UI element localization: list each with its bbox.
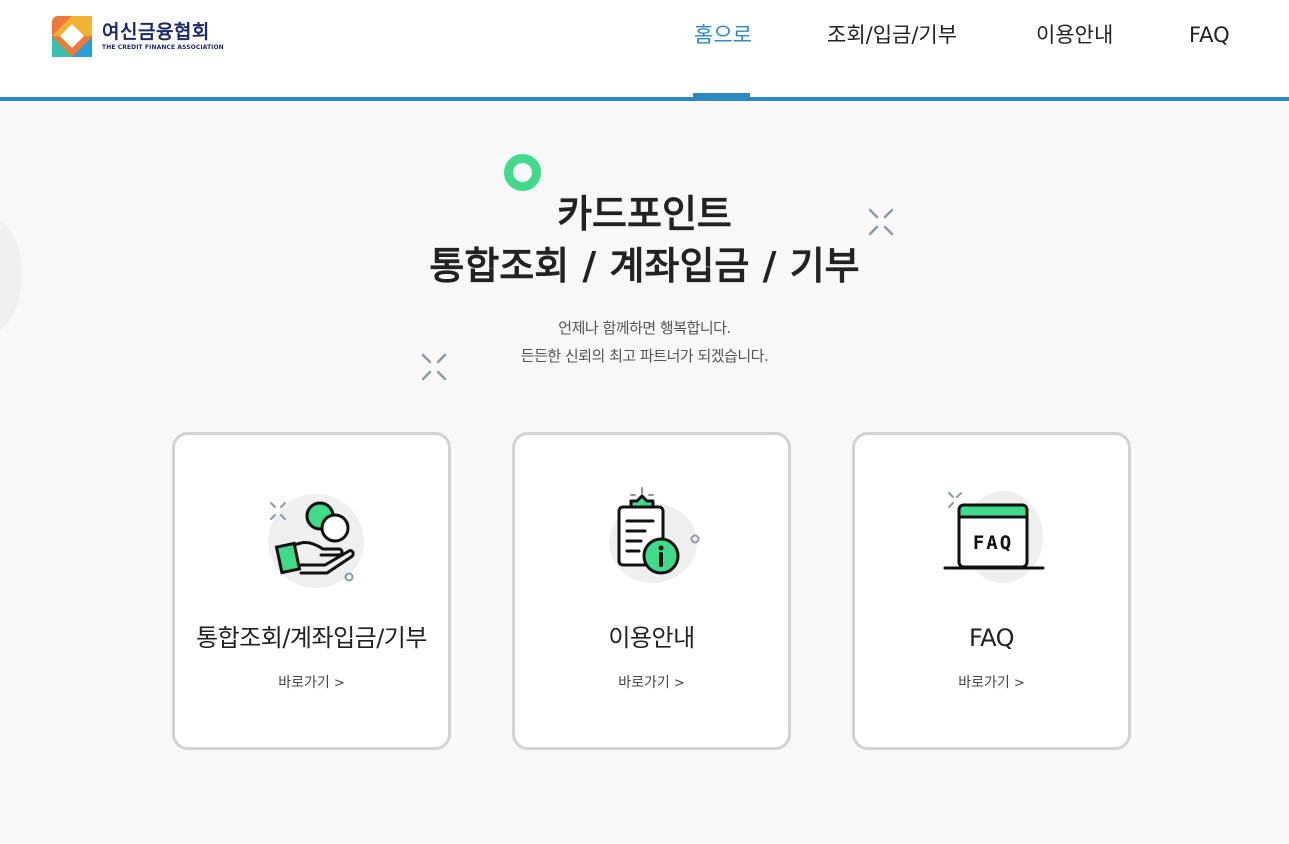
logo-text: 여신금융협회 THE CREDIT FINANCE ASSOCIATION <box>102 21 224 52</box>
chevron-right-icon: > <box>333 676 345 691</box>
card-faq[interactable]: FAQ FAQ 바로가기 > <box>852 432 1131 750</box>
hero-subtitle-line1: 언제나 함께하면 행복합니다. <box>558 319 731 337</box>
shortcut-link-label: 바로가기 <box>278 675 330 691</box>
card-usage-guide[interactable]: 이용안내 바로가기 > <box>512 432 791 750</box>
nav-home[interactable]: 홈으로 <box>694 20 752 50</box>
hand-coin-icon <box>268 494 364 588</box>
shortcut-link-label: 바로가기 <box>618 675 670 691</box>
clipboard-info-icon <box>609 487 700 583</box>
shortcut-link[interactable]: 바로가기 > <box>855 673 1128 694</box>
shortcut-link-label: 바로가기 <box>958 675 1010 691</box>
active-nav-indicator <box>693 93 750 97</box>
hero-title-line2: 통합조회 / 계좌입금 / 기부 <box>429 244 860 288</box>
chevron-right-icon: > <box>673 676 685 691</box>
logo[interactable]: 여신금융협회 THE CREDIT FINANCE ASSOCIATION <box>52 16 224 57</box>
nav-faq[interactable]: FAQ <box>1189 20 1230 50</box>
logo-english-name: THE CREDIT FINANCE ASSOCIATION <box>102 44 224 51</box>
faq-window-icon: FAQ <box>943 491 1045 583</box>
logo-mark-icon <box>52 16 92 57</box>
svg-text:FAQ: FAQ <box>973 532 1013 554</box>
card-inquiry-deposit-donate[interactable]: 통합조회/계좌입금/기부 바로가기 > <box>172 432 451 750</box>
green-ring-decoration <box>504 154 541 191</box>
nav-usage-guide[interactable]: 이용안내 <box>1036 20 1113 50</box>
card-title: 통합조회/계좌입금/기부 <box>196 624 427 652</box>
site-header: 여신금융협회 THE CREDIT FINANCE ASSOCIATION 홈으… <box>0 0 1289 101</box>
hero-subtitle-line2: 든든한 신뢰의 최고 파트너가 되겠습니다. <box>520 347 769 365</box>
card-title: 이용안내 <box>608 624 695 652</box>
chevron-right-icon: > <box>1013 676 1025 691</box>
logo-korean-name: 여신금융협회 <box>102 21 210 43</box>
shortcut-link[interactable]: 바로가기 > <box>515 673 788 694</box>
card-title: FAQ <box>969 624 1015 652</box>
nav-inquiry-deposit-donate[interactable]: 조회/입금/기부 <box>827 20 957 50</box>
hero-title-line1: 카드포인트 <box>557 192 732 236</box>
shortcut-link[interactable]: 바로가기 > <box>175 673 448 694</box>
